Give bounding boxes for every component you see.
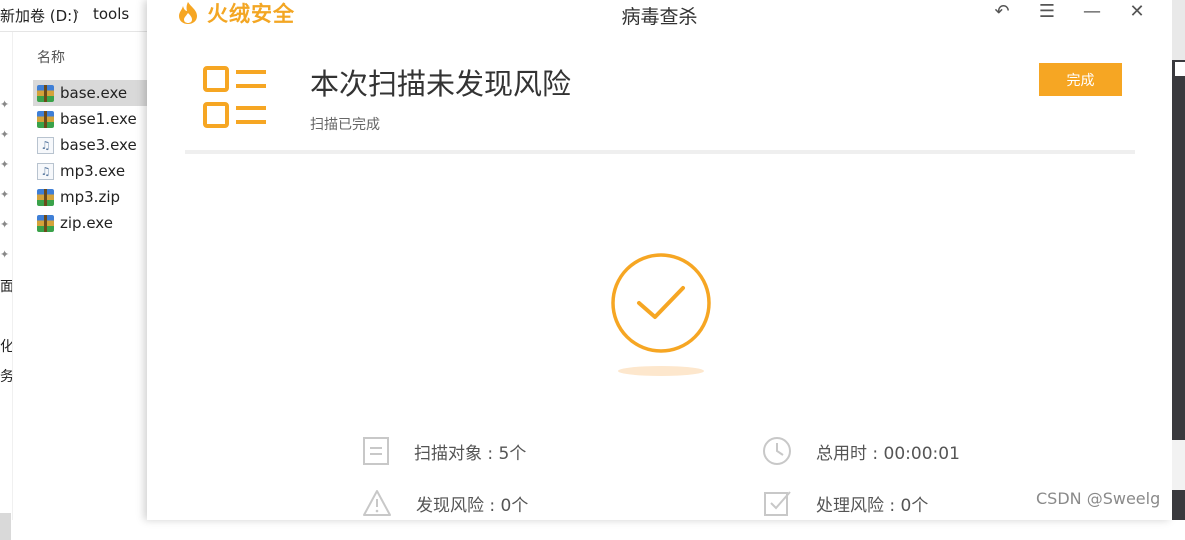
breadcrumb-chevron-icon[interactable]: ›	[74, 5, 79, 20]
file-name: zip.exe	[60, 214, 113, 232]
archive-icon	[37, 110, 54, 128]
file-row[interactable]: base.exe	[33, 80, 148, 106]
file-explorer: 新加卷 (D:) › tools ✦ ✦ ✦ ✦ ✦ ✦ 面 化 务 名称 ba…	[0, 0, 150, 540]
clock-icon	[763, 437, 791, 465]
archive-icon	[37, 214, 54, 232]
stat-elapsed: 总用时 : 00:00:01	[762, 436, 960, 466]
audio-file-icon: ♫	[37, 162, 54, 180]
nav-scroll-block[interactable]	[0, 513, 11, 540]
checkmark-shadow	[618, 366, 704, 376]
breadcrumb-drive[interactable]: 新加卷 (D:)	[0, 5, 78, 26]
pin-icon[interactable]: ✦	[0, 218, 9, 231]
divider	[185, 150, 1135, 154]
result-subline: 扫描已完成	[310, 117, 380, 133]
warning-icon	[363, 490, 391, 516]
back-icon[interactable]: ↶	[987, 0, 1017, 26]
pin-icon[interactable]: ✦	[0, 248, 9, 261]
background-window-edge	[1172, 0, 1185, 520]
checkmark-circle-icon	[611, 253, 711, 353]
file-name: mp3.exe	[60, 162, 126, 180]
watermark: CSDN @Sweelg	[1036, 489, 1161, 508]
stat-handled-label: 处理风险 : 0个	[816, 495, 929, 516]
file-name: base3.exe	[60, 136, 137, 154]
archive-icon	[37, 188, 54, 206]
document-icon	[363, 437, 389, 465]
pin-icon[interactable]: ✦	[0, 158, 9, 171]
stat-scanned: 扫描对象 : 5个	[362, 436, 526, 466]
done-button[interactable]: 完成	[1039, 63, 1122, 96]
stat-scanned-label: 扫描对象 : 5个	[414, 443, 527, 464]
stat-found: 发现风险 : 0个	[362, 488, 528, 518]
close-icon[interactable]: ✕	[1122, 0, 1152, 26]
nav-item-label[interactable]: 面	[0, 276, 12, 296]
window-title: 病毒查杀	[621, 6, 698, 28]
address-bar[interactable]: 新加卷 (D:) › tools	[0, 0, 150, 32]
audio-file-icon: ♫	[37, 136, 54, 154]
minimize-icon[interactable]: —	[1077, 0, 1107, 26]
navigation-pane: ✦ ✦ ✦ ✦ ✦ ✦ 面 化 务	[0, 32, 13, 540]
file-row[interactable]: mp3.zip	[33, 184, 148, 210]
stat-elapsed-label: 总用时 : 00:00:01	[816, 443, 960, 464]
pin-icon[interactable]: ✦	[0, 188, 9, 201]
file-name: base.exe	[60, 84, 128, 102]
file-row[interactable]: base1.exe	[33, 106, 148, 132]
file-name: base1.exe	[60, 110, 137, 128]
stat-handled: 处理风险 : 0个	[762, 488, 928, 518]
file-name: mp3.zip	[60, 188, 121, 206]
title-bar[interactable]: 火绒安全 病毒查杀 ↶ ☰ — ✕	[147, 0, 1172, 34]
stat-found-label: 发现风险 : 0个	[416, 495, 529, 516]
column-header-name[interactable]: 名称	[37, 47, 65, 67]
archive-icon	[37, 84, 54, 102]
pin-icon[interactable]: ✦	[0, 128, 9, 141]
checkbox-icon	[764, 491, 791, 516]
breadcrumb-folder[interactable]: tools	[93, 5, 129, 23]
file-row[interactable]: ♫ mp3.exe	[33, 158, 148, 184]
scan-report-icon	[203, 66, 266, 128]
virus-scan-window: 火绒安全 病毒查杀 ↶ ☰ — ✕ 本次扫描未发现风险 扫描已完成 完成 扫描对…	[147, 0, 1172, 520]
nav-item-label[interactable]: 务	[0, 366, 12, 386]
menu-icon[interactable]: ☰	[1032, 0, 1062, 26]
file-row[interactable]: zip.exe	[33, 210, 148, 236]
file-row[interactable]: ♫ base3.exe	[33, 132, 148, 158]
nav-item-label[interactable]: 化	[0, 336, 12, 356]
file-list: base.exe base1.exe ♫ base3.exe ♫ mp3.exe…	[33, 80, 148, 236]
pin-icon[interactable]: ✦	[0, 98, 9, 111]
result-headline: 本次扫描未发现风险	[310, 67, 572, 101]
